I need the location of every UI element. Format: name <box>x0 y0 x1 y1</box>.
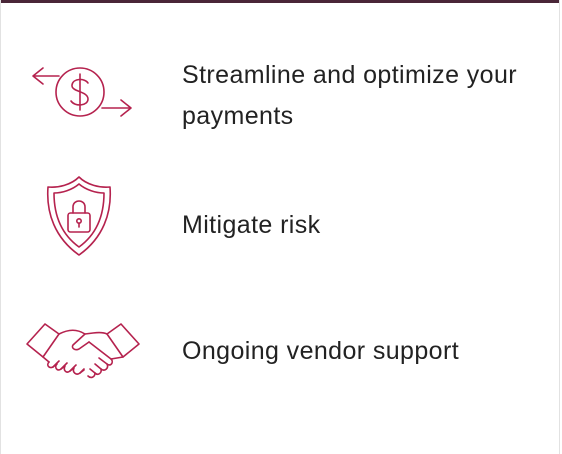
dollar-exchange-icon <box>19 47 147 137</box>
feature-risk: Mitigate risk <box>1 171 559 281</box>
feature-label: Mitigate risk <box>182 211 321 239</box>
handshake-icon <box>19 307 147 397</box>
feature-payments: Streamline and optimize your payments <box>1 45 559 155</box>
top-accent-bar <box>1 0 559 3</box>
feature-label: Ongoing vendor support <box>182 337 460 365</box>
shield-lock-icon <box>19 171 147 261</box>
feature-label: Streamline and optimize your payments <box>182 61 517 130</box>
feature-support: Ongoing vendor support <box>1 297 559 407</box>
feature-card: Streamline and optimize your payments Mi… <box>0 0 560 454</box>
